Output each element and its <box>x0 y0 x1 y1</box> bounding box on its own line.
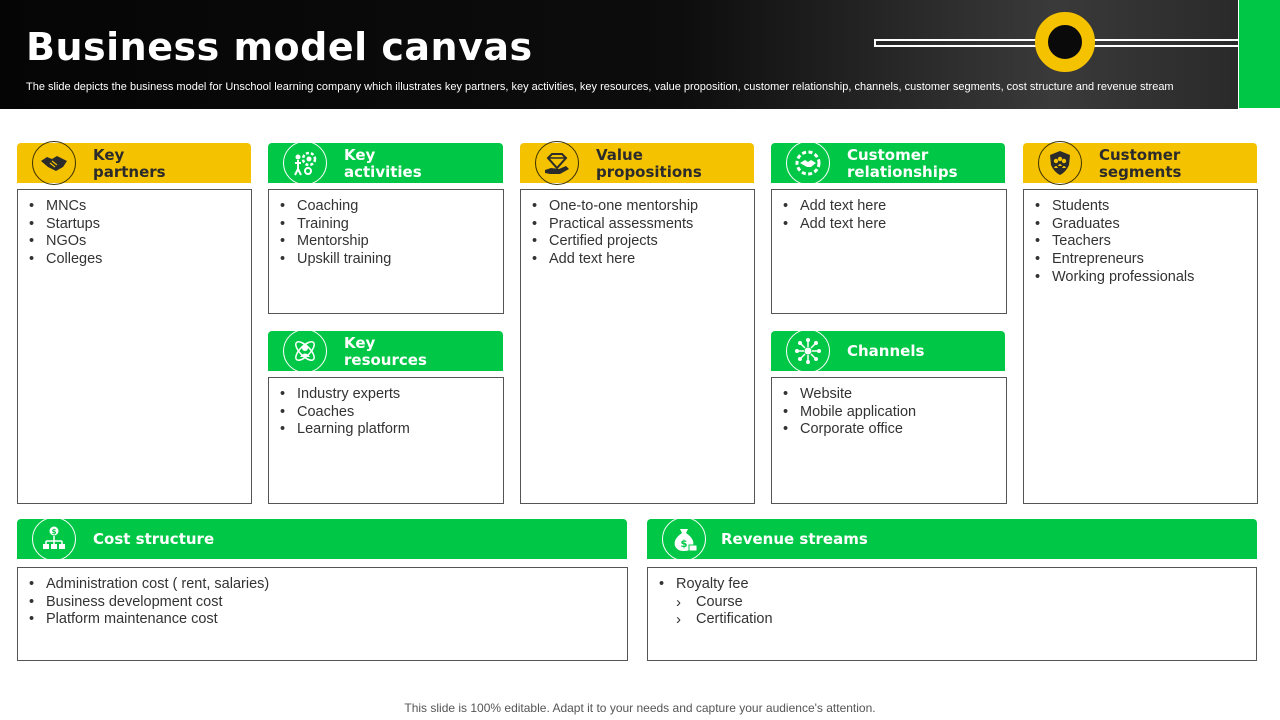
list-item: Platform maintenance cost <box>28 611 627 629</box>
key-resources-box: Industry expertsCoachesLearning platform <box>268 377 504 504</box>
list-item: Entrepreneurs <box>1034 251 1257 269</box>
list-item: Corporate office <box>782 421 1006 439</box>
page-title: Business model canvas <box>26 25 533 69</box>
footer-note: This slide is 100% editable. Adapt it to… <box>404 701 876 715</box>
key-activities-title: Key activities <box>344 146 422 181</box>
key-resources-title: Key resources <box>344 334 427 369</box>
list-item: Coaching <box>279 198 503 216</box>
money-bag-icon: $ <box>662 517 706 561</box>
list-sub-item: Certification <box>658 611 1256 629</box>
revenue-streams-header: $ Revenue streams <box>647 517 1257 561</box>
list-item: Add text here <box>782 198 1006 216</box>
list-sub-item: Course <box>658 594 1256 612</box>
slide-header: Business model canvas The slide depicts … <box>0 0 1264 109</box>
revenue-streams-title: Revenue streams <box>721 530 868 548</box>
list-item: NGOs <box>28 233 251 251</box>
revenue-streams-list: Royalty feeCourseCertification <box>648 568 1256 629</box>
list-item: Teachers <box>1034 233 1257 251</box>
value-propositions-box: One-to-one mentorshipPractical assessmen… <box>520 189 755 504</box>
value-propositions-title: Value propositions <box>596 146 702 181</box>
svg-text:$: $ <box>52 528 57 536</box>
cost-structure-list: Administration cost ( rent, salaries)Bus… <box>18 568 627 629</box>
key-partners-title: Key partners <box>93 146 166 181</box>
key-activities-box: CoachingTrainingMentorshipUpskill traini… <box>268 189 504 314</box>
list-item: Add text here <box>531 251 754 269</box>
customer-relationships-box: Add text hereAdd text here <box>771 189 1007 314</box>
people-shield-icon <box>1038 141 1082 185</box>
value-propositions-header: Value propositions <box>520 141 754 185</box>
list-item: Business development cost <box>28 594 627 612</box>
decorative-ring <box>1035 12 1095 72</box>
key-resources-header: Key resources <box>268 329 503 373</box>
list-item: Practical assessments <box>531 216 754 234</box>
svg-text:$: $ <box>681 539 688 550</box>
list-item: Certified projects <box>531 233 754 251</box>
customer-segments-box: StudentsGraduatesTeachersEntrepreneursWo… <box>1023 189 1258 504</box>
value-propositions-list: One-to-one mentorshipPractical assessmen… <box>521 190 754 269</box>
list-item: Industry experts <box>279 386 503 404</box>
list-item: Mobile application <box>782 404 1006 422</box>
list-item: One-to-one mentorship <box>531 198 754 216</box>
channels-list: WebsiteMobile applicationCorporate offic… <box>772 378 1006 439</box>
handshake-icon <box>32 141 76 185</box>
customer-relationships-title: Customer relationships <box>847 146 958 181</box>
list-item: Royalty fee <box>658 576 1256 594</box>
channels-header: Channels <box>771 329 1005 373</box>
decorative-green-bar <box>1239 0 1280 108</box>
customer-relationships-header: Customer relationships <box>771 141 1005 185</box>
cost-structure-title: Cost structure <box>93 530 215 548</box>
atom-person-icon <box>283 329 327 373</box>
customer-segments-title: Customer segments <box>1099 146 1182 181</box>
list-item: Administration cost ( rent, salaries) <box>28 576 627 594</box>
customer-relationships-list: Add text hereAdd text here <box>772 190 1006 233</box>
list-item: Website <box>782 386 1006 404</box>
key-resources-list: Industry expertsCoachesLearning platform <box>269 378 503 439</box>
cost-structure-box: Administration cost ( rent, salaries)Bus… <box>17 567 628 661</box>
gear-person-icon <box>283 141 327 185</box>
customer-segments-list: StudentsGraduatesTeachersEntrepreneursWo… <box>1024 190 1257 287</box>
list-item: Graduates <box>1034 216 1257 234</box>
list-item: Startups <box>28 216 251 234</box>
handshake-gear-icon <box>786 141 830 185</box>
list-item: Students <box>1034 198 1257 216</box>
hierarchy-dollar-icon: $ <box>32 517 76 561</box>
list-item: Upskill training <box>279 251 503 269</box>
list-item: Learning platform <box>279 421 503 439</box>
list-item: Add text here <box>782 216 1006 234</box>
list-item: Colleges <box>28 251 251 269</box>
customer-segments-header: Customer segments <box>1023 141 1257 185</box>
channels-box: WebsiteMobile applicationCorporate offic… <box>771 377 1007 504</box>
page-subtitle: The slide depicts the business model for… <box>26 81 1174 93</box>
key-partners-list: MNCsStartupsNGOsColleges <box>18 190 251 269</box>
key-partners-box: MNCsStartupsNGOsColleges <box>17 189 252 504</box>
list-item: MNCs <box>28 198 251 216</box>
list-item: Coaches <box>279 404 503 422</box>
key-partners-header: Key partners <box>17 141 251 185</box>
list-item: Training <box>279 216 503 234</box>
cost-structure-header: $ Cost structure <box>17 517 627 561</box>
hand-diamond-icon <box>535 141 579 185</box>
network-icon <box>786 329 830 373</box>
revenue-streams-box: Royalty feeCourseCertification <box>647 567 1257 661</box>
key-activities-header: Key activities <box>268 141 503 185</box>
key-activities-list: CoachingTrainingMentorshipUpskill traini… <box>269 190 503 269</box>
channels-title: Channels <box>847 342 925 360</box>
list-item: Working professionals <box>1034 269 1257 287</box>
list-item: Mentorship <box>279 233 503 251</box>
